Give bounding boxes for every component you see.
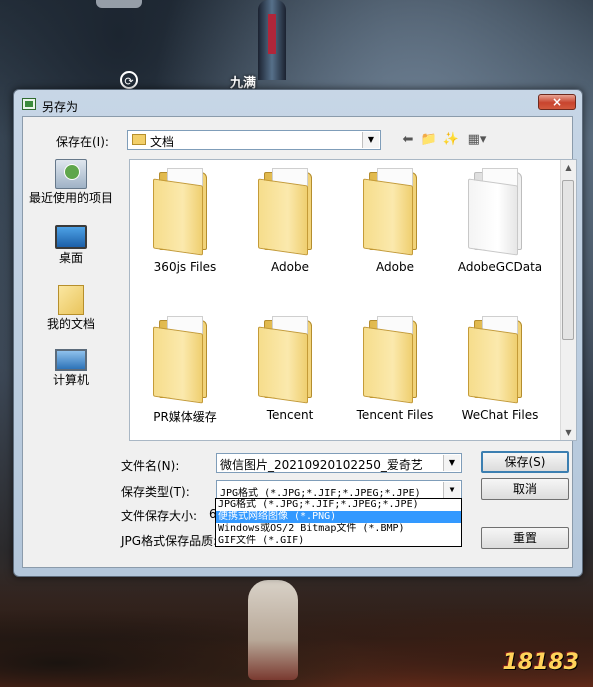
quality-label: JPG格式保存品质:	[121, 534, 218, 548]
save-in-label: 保存在(I):	[56, 135, 109, 149]
file-item[interactable]: WeChat Files	[447, 316, 553, 422]
dialog-title: 另存为	[42, 100, 79, 114]
filetype-select[interactable]: JPG格式 (*.JPG;*.JIF;*.JPEG;*.JPE) ▼	[216, 480, 462, 500]
save-button[interactable]: 保存(S)	[481, 451, 569, 473]
folder-icon	[132, 134, 146, 145]
folder-icon	[256, 168, 324, 256]
save-in-dropdown[interactable]: 文档 ▼	[127, 130, 381, 150]
place-computer[interactable]: 计算机	[29, 349, 113, 387]
back-arrow-icon[interactable]: ⬅	[399, 132, 417, 148]
filename-label: 文件名(N):	[121, 459, 180, 473]
filetype-option[interactable]: GIF文件 (*.GIF)	[216, 535, 461, 547]
watermark-logo: 18183	[502, 650, 579, 675]
file-name: Tencent	[266, 408, 314, 422]
scroll-up-icon[interactable]: ▲	[561, 160, 576, 175]
file-item[interactable]: 360js Files	[132, 168, 238, 274]
place-label: 计算机	[52, 373, 89, 387]
place-documents[interactable]: 我的文档	[29, 285, 113, 331]
folder-icon	[361, 316, 429, 404]
reset-button[interactable]: 重置	[481, 527, 569, 549]
file-list[interactable]: 360js Files Adobe Adobe AdobeGCData PR媒体…	[129, 159, 577, 441]
save-as-dialog: 另存为 × 保存在(I): 文档 ▼ ⬅ 📁 ✨ ▦▾ 最近使用的项目 桌面 我…	[13, 89, 583, 577]
scroll-down-icon[interactable]: ▼	[561, 425, 576, 440]
app-icon	[22, 98, 36, 110]
place-label: 最近使用的项目	[29, 191, 114, 205]
filetype-option[interactable]: Windows或OS/2 Bitmap文件 (*.BMP)	[216, 523, 461, 535]
file-item[interactable]: Adobe	[237, 168, 343, 274]
file-item[interactable]: Tencent	[237, 316, 343, 422]
new-folder-icon[interactable]: ✨	[442, 132, 460, 148]
cancel-button[interactable]: 取消	[481, 478, 569, 500]
view-menu-icon[interactable]: ▦▾	[464, 132, 490, 148]
file-item[interactable]: AdobeGCData	[447, 168, 553, 274]
chevron-down-icon[interactable]: ▼	[443, 455, 460, 471]
folder-icon	[256, 316, 324, 404]
close-button[interactable]: ×	[538, 94, 576, 110]
title-bar[interactable]: 另存为 ×	[14, 90, 582, 116]
background-character	[248, 580, 298, 680]
place-desktop[interactable]: 桌面	[29, 225, 113, 265]
file-name: WeChat Files	[461, 408, 539, 422]
computer-icon	[55, 349, 87, 371]
folder-icon	[466, 316, 534, 404]
file-item[interactable]: Adobe	[342, 168, 448, 274]
background-badge	[96, 0, 142, 8]
file-item[interactable]: Tencent Files	[342, 316, 448, 422]
vertical-scrollbar[interactable]: ▲ ▼	[560, 160, 576, 440]
file-name: 360js Files	[153, 260, 217, 274]
filename-value: 微信图片_20210920102250_爱奇艺	[220, 458, 423, 472]
reload-icon: ⟳	[120, 71, 138, 89]
scroll-thumb[interactable]	[562, 180, 574, 340]
filetype-option-selected[interactable]: 便携式网络图像 (*.PNG)	[216, 511, 461, 523]
filename-input[interactable]: 微信图片_20210920102250_爱奇艺 ▼	[216, 453, 462, 473]
folder-icon	[151, 316, 219, 404]
up-folder-icon[interactable]: 📁	[420, 132, 438, 148]
file-name: PR媒体缓存	[153, 410, 217, 424]
file-item[interactable]: PR媒体缓存	[132, 316, 238, 425]
chevron-down-icon[interactable]: ▼	[362, 132, 379, 148]
white-folder-icon	[466, 168, 534, 256]
place-label: 桌面	[58, 251, 83, 265]
file-name: Adobe	[376, 260, 414, 274]
filetype-label: 保存类型(T):	[121, 485, 190, 499]
filetype-value: JPG格式 (*.JPG;*.JIF;*.JPEG;*.JPE)	[220, 488, 421, 499]
filetype-option[interactable]: JPG格式 (*.JPG;*.JIF;*.JPEG;*.JPE)	[216, 499, 461, 511]
filesize-label: 文件保存大小:	[121, 509, 198, 523]
background-tower	[258, 0, 286, 80]
file-name: Tencent Files	[356, 408, 434, 422]
folder-icon	[361, 168, 429, 256]
place-recent[interactable]: 最近使用的项目	[29, 159, 113, 205]
desktop-icon	[55, 225, 87, 249]
file-name: Adobe	[271, 260, 309, 274]
chevron-down-icon[interactable]: ▼	[443, 482, 460, 498]
filetype-dropdown-list[interactable]: JPG格式 (*.JPG;*.JIF;*.JPEG;*.JPE) 便携式网络图像…	[215, 498, 462, 547]
file-name: AdobeGCData	[457, 260, 543, 274]
save-in-value: 文档	[150, 135, 175, 149]
documents-icon	[58, 285, 84, 315]
folder-icon	[151, 168, 219, 256]
place-label: 我的文档	[46, 317, 95, 331]
recent-icon	[55, 159, 87, 189]
